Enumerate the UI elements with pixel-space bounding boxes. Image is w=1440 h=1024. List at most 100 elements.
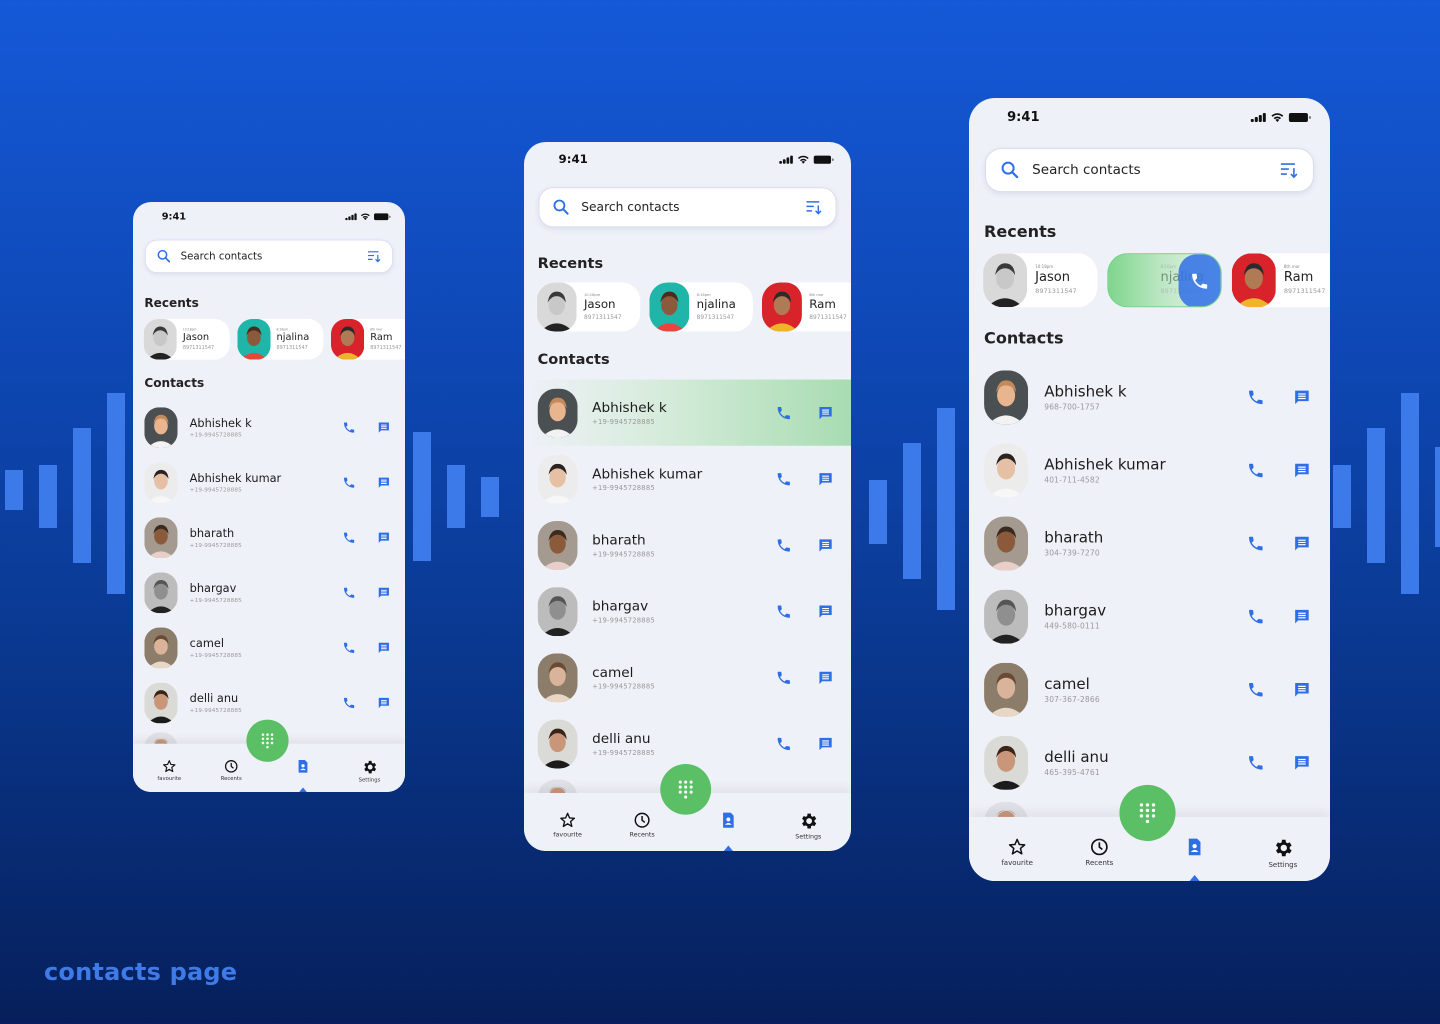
call-button[interactable] — [773, 600, 795, 622]
nav-favourite[interactable]: favourite — [147, 759, 192, 781]
swipe-call-button[interactable] — [1178, 254, 1221, 307]
message-button[interactable] — [1290, 604, 1314, 628]
contact-row[interactable]: Abhishek kumar +19-9945728885 — [133, 455, 405, 510]
nav-contacts[interactable] — [701, 811, 756, 829]
contact-row[interactable]: Abhishek k +19-9945728885 — [133, 400, 405, 455]
nav-favourite[interactable]: favourite — [987, 837, 1047, 867]
search-bar[interactable]: Search contacts — [145, 239, 393, 273]
recent-card[interactable]: 8th mar Ram 8971311547 — [1231, 253, 1330, 308]
recent-card[interactable]: 8:16pm njalina 8971311547 — [649, 282, 753, 332]
contact-row[interactable]: Abhishek k 968-700-1757 — [969, 360, 1330, 433]
call-button[interactable] — [773, 733, 795, 755]
contact-name: Abhishek kumar — [592, 465, 703, 482]
nav-recents[interactable]: Recents — [615, 811, 670, 838]
nav-favourite[interactable]: favourite — [540, 811, 595, 838]
contact-row[interactable]: bharath +19-9945728885 — [524, 512, 851, 578]
call-button[interactable] — [1244, 458, 1268, 482]
call-button[interactable] — [340, 528, 358, 546]
message-button[interactable] — [375, 638, 393, 656]
call-button[interactable] — [773, 534, 795, 556]
search-input[interactable]: Search contacts — [581, 200, 804, 215]
call-button[interactable] — [773, 666, 795, 688]
recent-card[interactable]: 10:18pm Jason 8971311547 — [536, 282, 641, 332]
contact-row[interactable]: bhargav +19-9945728885 — [133, 565, 405, 620]
call-button[interactable] — [340, 638, 358, 656]
avatar — [761, 282, 802, 332]
message-button[interactable] — [815, 468, 837, 490]
signal-icon — [779, 155, 793, 164]
call-button[interactable] — [1244, 531, 1268, 555]
search-input[interactable]: Search contacts — [181, 250, 367, 262]
recent-card[interactable]: 8th mar Ram 8971311547 — [761, 282, 851, 332]
dialpad-button[interactable] — [246, 719, 289, 762]
nav-settings[interactable]: Settings — [1253, 837, 1313, 869]
dialpad-button[interactable] — [660, 763, 712, 815]
message-button[interactable] — [815, 733, 837, 755]
call-button[interactable] — [1244, 750, 1268, 774]
status-time: 9:41 — [1007, 110, 1040, 126]
recent-number: 8971311547 — [583, 313, 622, 321]
contact-row[interactable]: Abhishek kumar 401-711-4582 — [969, 433, 1330, 506]
message-icon — [378, 477, 389, 488]
contact-row[interactable]: camel +19-9945728885 — [524, 644, 851, 710]
call-button[interactable] — [340, 418, 358, 436]
search-input[interactable]: Search contacts — [1032, 162, 1279, 178]
contact-row[interactable]: camel +19-9945728885 — [133, 620, 405, 675]
message-button[interactable] — [815, 666, 837, 688]
message-button[interactable] — [375, 694, 393, 712]
message-icon — [819, 671, 832, 684]
call-button[interactable] — [773, 468, 795, 490]
recent-card[interactable]: 10:18pm Jason 8971311547 — [143, 318, 230, 360]
recent-name: Ram — [1283, 270, 1314, 286]
recent-card[interactable]: 8th mar Ram 8971311547 — [330, 318, 405, 360]
message-button[interactable] — [815, 600, 837, 622]
contact-number: 449-580-0111 — [1044, 621, 1100, 631]
contact-row[interactable]: camel 307-367-2866 — [969, 653, 1330, 726]
phone-icon — [777, 406, 790, 419]
message-button[interactable] — [375, 473, 393, 491]
nav-recents[interactable]: Recents — [1069, 837, 1129, 867]
sort-icon[interactable] — [366, 250, 381, 264]
contact-row[interactable]: bhargav +19-9945728885 — [524, 578, 851, 644]
call-button[interactable] — [773, 402, 795, 424]
contact-row[interactable]: bhargav 449-580-0111 — [969, 580, 1330, 653]
call-button[interactable] — [1244, 677, 1268, 701]
nav-settings[interactable]: Settings — [347, 759, 392, 783]
message-button[interactable] — [815, 402, 837, 424]
message-button[interactable] — [1290, 750, 1314, 774]
phone-icon — [343, 697, 355, 708]
recent-card[interactable]: 8:16pm njalina 8971311547 — [237, 318, 324, 360]
contact-row[interactable]: bharath +19-9945728885 — [133, 510, 405, 565]
search-bar[interactable]: Search contacts — [538, 187, 837, 228]
call-button[interactable] — [340, 473, 358, 491]
call-button[interactable] — [1244, 385, 1268, 409]
sort-icon[interactable] — [1279, 161, 1299, 179]
nav-contacts[interactable] — [280, 759, 325, 774]
recent-card[interactable]: 8:16pm njalina 8971311547 — [1107, 253, 1222, 308]
call-button[interactable] — [340, 694, 358, 712]
message-button[interactable] — [375, 418, 393, 436]
contact-meta: bharath +19-9945728885 — [190, 525, 340, 549]
nav-contacts[interactable] — [1165, 837, 1225, 857]
recent-card[interactable]: 10:18pm Jason 8971311547 — [983, 253, 1098, 308]
dialpad-button[interactable] — [1119, 784, 1176, 841]
message-button[interactable] — [1290, 458, 1314, 482]
nav-recents[interactable]: Recents — [209, 759, 254, 782]
nav-label: Recents — [220, 775, 242, 782]
sort-icon[interactable] — [805, 199, 823, 215]
message-button[interactable] — [375, 528, 393, 546]
search-bar[interactable]: Search contacts — [985, 148, 1314, 193]
call-button[interactable] — [340, 583, 358, 601]
message-button[interactable] — [815, 534, 837, 556]
page-title: contacts page — [44, 958, 238, 986]
contact-row[interactable]: bharath 304-739-7270 — [969, 507, 1330, 580]
message-button[interactable] — [1290, 677, 1314, 701]
contact-row[interactable]: Abhishek k +19-9945728885 — [524, 379, 851, 446]
call-button[interactable] — [1244, 604, 1268, 628]
message-button[interactable] — [1290, 531, 1314, 555]
deco-bar — [447, 465, 465, 528]
message-button[interactable] — [375, 583, 393, 601]
message-button[interactable] — [1290, 385, 1314, 409]
contact-row[interactable]: Abhishek kumar +19-9945728885 — [524, 446, 851, 512]
nav-settings[interactable]: Settings — [781, 811, 836, 840]
